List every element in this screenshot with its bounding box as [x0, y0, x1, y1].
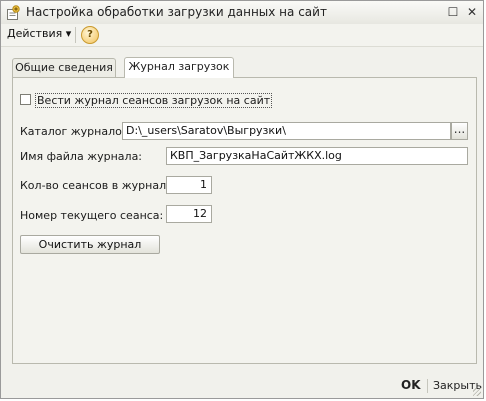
resize-grip-icon[interactable]: [473, 388, 481, 396]
ok-button[interactable]: OK: [401, 378, 421, 392]
filename-label: Имя файла журнала:: [20, 150, 143, 163]
log-sessions-checkbox[interactable]: [20, 94, 31, 105]
sessions-count-label: Кол-во сеансов в журнале:: [20, 179, 177, 192]
footer-separator: [427, 379, 428, 393]
settings-window: Настройка обработки загрузки данных на с…: [0, 0, 484, 399]
window-title: Настройка обработки загрузки данных на с…: [26, 5, 327, 19]
browse-button[interactable]: ...: [451, 122, 468, 140]
log-sessions-checkbox-label[interactable]: Вести журнал сеансов загрузок на сайт: [35, 93, 273, 108]
title-bar[interactable]: Настройка обработки загрузки данных на с…: [1, 1, 483, 25]
form-settings-icon: [5, 5, 21, 21]
tab-general[interactable]: Общие сведения: [12, 58, 116, 77]
close-icon[interactable]: ✕: [464, 4, 480, 20]
filename-field[interactable]: КВП_ЗагрузкаНаСайтЖКХ.log: [166, 147, 468, 165]
toolbar-separator: [75, 27, 76, 43]
tab-load-log[interactable]: Журнал загрузок: [124, 57, 234, 78]
sessions-count-field[interactable]: 1: [166, 176, 212, 194]
command-bar: Действия ▾ ?: [1, 24, 483, 47]
question-icon[interactable]: ?: [81, 26, 99, 44]
catalog-field[interactable]: D:\_users\Saratov\Выгрузки\: [122, 122, 451, 140]
maximize-icon[interactable]: ☐: [445, 4, 461, 20]
actions-menu[interactable]: Действия ▾: [7, 27, 71, 40]
current-session-label: Номер текущего сеанса:: [20, 209, 164, 222]
current-session-field[interactable]: 12: [166, 205, 212, 223]
clear-log-button[interactable]: Очистить журнал: [20, 235, 160, 254]
catalog-label: Каталог журналов:: [20, 125, 133, 138]
